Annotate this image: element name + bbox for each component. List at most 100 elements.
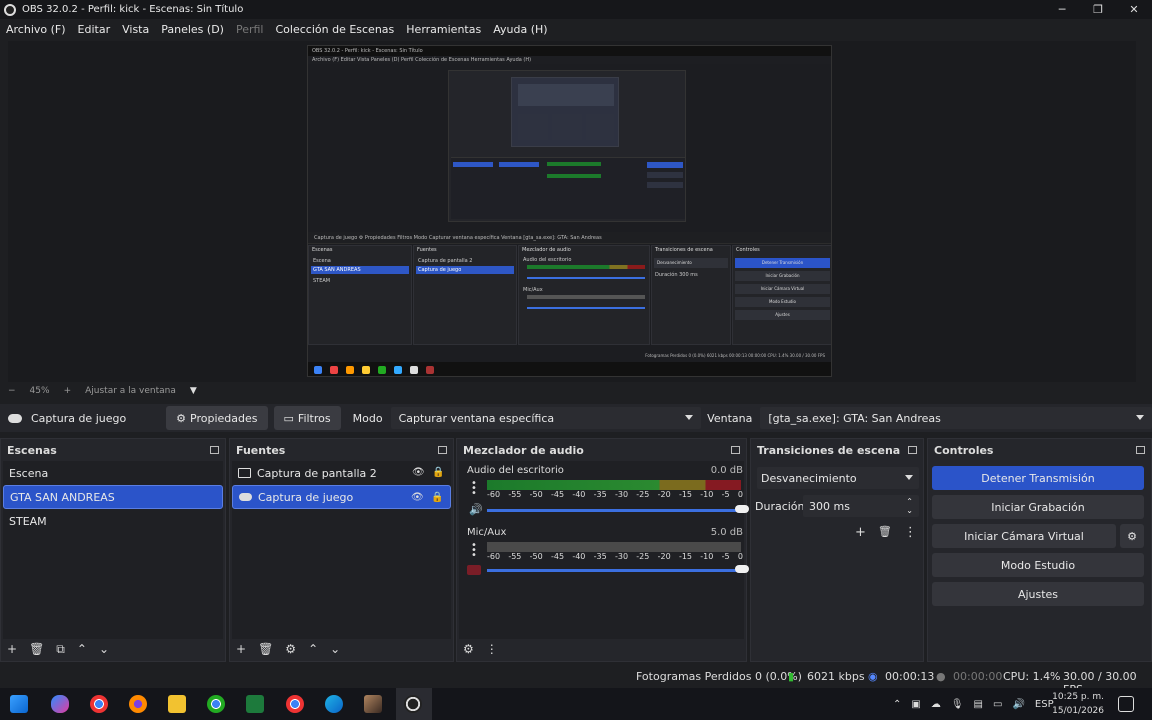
menu-ayuda[interactable]: Ayuda (H) xyxy=(493,23,547,36)
preview-sources-title: Fuentes xyxy=(417,247,437,253)
excel-icon[interactable] xyxy=(246,695,264,713)
menu-perfil[interactable]: Perfil xyxy=(236,23,264,36)
chrome-icon[interactable] xyxy=(90,695,108,713)
scale-tick-label: -50 xyxy=(529,490,543,499)
trash-icon[interactable]: 🗑 xyxy=(29,642,44,656)
eye-icon[interactable]: 👁 xyxy=(411,492,424,503)
network-icon[interactable]: ▭ xyxy=(993,699,1002,710)
more-icon[interactable]: ⋮ xyxy=(904,525,917,540)
maximize-button[interactable]: ❐ xyxy=(1080,0,1116,19)
minimize-button[interactable]: ─ xyxy=(1044,0,1080,19)
chrome-icon[interactable] xyxy=(207,695,225,713)
source-item-selected[interactable]: Captura de juego 👁 🔒 xyxy=(232,485,451,509)
zoom-in-button[interactable]: + xyxy=(64,386,72,396)
filters-button[interactable]: ▭ Filtros xyxy=(273,406,341,430)
obs-logo-icon xyxy=(4,3,16,16)
scene-item[interactable]: STEAM xyxy=(3,509,223,533)
popout-icon[interactable] xyxy=(1136,446,1145,454)
properties-button[interactable]: ⚙ Propiedades xyxy=(166,406,268,430)
chrome-icon[interactable] xyxy=(286,695,304,713)
chevron-down-icon[interactable]: ▼ xyxy=(190,386,197,396)
zoom-out-button[interactable]: − xyxy=(8,386,16,396)
mixer-channel-desktop: Audio del escritorio 0.0 dB • • • -60 -55 -5… xyxy=(461,461,749,523)
gear-icon[interactable]: ⚙ xyxy=(463,642,474,656)
trash-icon[interactable]: 🗑 xyxy=(878,525,892,540)
studio-mode-button[interactable]: Modo Estudio xyxy=(932,553,1144,577)
firefox-icon[interactable] xyxy=(129,695,147,713)
display-icon[interactable]: ▤ xyxy=(974,699,983,710)
filter-icon[interactable]: ⧉ xyxy=(56,642,65,657)
mode-select[interactable]: Capturar ventana específica xyxy=(390,407,702,429)
clock[interactable]: 10:25 p. m. 15/01/2026 xyxy=(1052,690,1104,718)
scenes-dock: Escenas Escena GTA SAN ANDREAS STEAM + 🗑… xyxy=(0,438,226,662)
trash-icon[interactable]: 🗑 xyxy=(258,642,273,656)
more-icon[interactable]: • • • xyxy=(471,541,477,561)
transition-select[interactable]: Desvanecimiento xyxy=(757,467,919,489)
signal-icon: ▮ xyxy=(788,670,795,683)
obs-icon[interactable] xyxy=(404,695,422,713)
scene-item-selected[interactable]: GTA SAN ANDREAS xyxy=(3,485,223,509)
explorer-icon[interactable] xyxy=(168,695,186,713)
microphone-icon[interactable]: 🎙 xyxy=(951,699,964,710)
virtual-cam-button[interactable]: Iniciar Cámara Virtual xyxy=(932,524,1116,548)
down-icon[interactable]: ⌄ xyxy=(99,642,109,656)
add-icon[interactable]: + xyxy=(236,642,246,656)
source-item[interactable]: Captura de pantalla 2 👁 🔒 xyxy=(232,461,451,485)
fit-window-label[interactable]: Ajustar a la ventana xyxy=(85,386,176,396)
volume-knob[interactable] xyxy=(735,565,749,573)
preview-nested-docks xyxy=(451,157,685,219)
virtual-cam-settings-button[interactable]: ⚙ xyxy=(1120,524,1144,548)
eye-icon[interactable]: 👁 xyxy=(412,467,425,478)
window-select[interactable]: [gta_sa.exe]: GTA: San Andreas xyxy=(760,407,1152,429)
up-icon[interactable]: ⌃ xyxy=(77,642,87,656)
language-indicator[interactable]: ESP xyxy=(1035,699,1054,710)
menu-coleccion-escenas[interactable]: Colección de Escenas xyxy=(276,23,395,36)
speaker-icon[interactable]: 🔊 xyxy=(469,503,483,516)
menu-editar[interactable]: Editar xyxy=(78,23,111,36)
game-icon[interactable] xyxy=(364,695,382,713)
up-icon[interactable]: ⌃ xyxy=(308,642,318,656)
chevron-up-icon[interactable]: ⌃ xyxy=(893,699,901,710)
notifications-icon[interactable] xyxy=(1118,696,1134,712)
settings-button[interactable]: Ajustes xyxy=(932,582,1144,606)
sources-title: Fuentes xyxy=(236,443,286,457)
program-preview[interactable]: OBS 32.0.2 - Perfil: kick - Escenas: Sin… xyxy=(307,45,832,377)
edge-icon[interactable] xyxy=(325,695,343,713)
lock-icon[interactable]: 🔒 xyxy=(432,467,444,478)
popout-icon[interactable] xyxy=(210,446,219,454)
scale-tick-label: -25 xyxy=(636,552,650,561)
popout-icon[interactable] xyxy=(908,446,917,454)
more-icon[interactable]: • • • xyxy=(471,479,477,499)
stop-stream-button[interactable]: Detener Transmisión xyxy=(932,466,1144,490)
start-record-button[interactable]: Iniciar Grabación xyxy=(932,495,1144,519)
volume-knob[interactable] xyxy=(735,505,749,513)
gear-icon[interactable]: ⚙ xyxy=(285,642,296,656)
menu-vista[interactable]: Vista xyxy=(122,23,149,36)
add-icon[interactable]: + xyxy=(855,525,866,540)
volume-slider[interactable] xyxy=(487,509,743,512)
cloud-icon[interactable]: ☁ xyxy=(931,699,941,710)
add-icon[interactable]: + xyxy=(7,642,17,656)
spin-arrows-icon[interactable]: ⌃ ⌄ xyxy=(906,497,913,515)
meter-scale: -60 -55 -50 -45 -40 -35 -30 -25 -20 -15 -10 -5 0 xyxy=(487,490,743,500)
more-icon[interactable]: ⋮ xyxy=(486,642,498,656)
volume-icon[interactable]: 🔊 xyxy=(1012,699,1024,710)
volume-slider[interactable] xyxy=(487,569,743,572)
popout-icon[interactable] xyxy=(731,446,740,454)
source-context-bar: Captura de juego ⚙ Propiedades ▭ Filtros… xyxy=(0,404,1152,432)
meter-scale: -60 -55 -50 -45 -40 -35 -30 -25 -20 -15 -10 -5 0 xyxy=(487,552,743,562)
duration-field[interactable]: 300 ms ⌃ ⌄ xyxy=(803,495,919,517)
scale-tick-label: -40 xyxy=(572,552,586,561)
scene-item[interactable]: Escena xyxy=(3,461,223,485)
lock-icon[interactable]: 🔒 xyxy=(431,492,443,503)
menu-archivo[interactable]: Archivo (F) xyxy=(6,23,66,36)
menu-paneles[interactable]: Paneles (D) xyxy=(161,23,224,36)
close-button[interactable]: ✕ xyxy=(1116,0,1152,19)
menu-herramientas[interactable]: Herramientas xyxy=(406,23,481,36)
muted-speaker-icon[interactable] xyxy=(467,565,481,575)
copilot-icon[interactable] xyxy=(51,695,69,713)
windows-icon[interactable] xyxy=(10,695,28,713)
down-icon[interactable]: ⌄ xyxy=(330,642,340,656)
popout-icon[interactable] xyxy=(438,446,447,454)
tray-app-icon[interactable]: ▣ xyxy=(911,699,920,710)
